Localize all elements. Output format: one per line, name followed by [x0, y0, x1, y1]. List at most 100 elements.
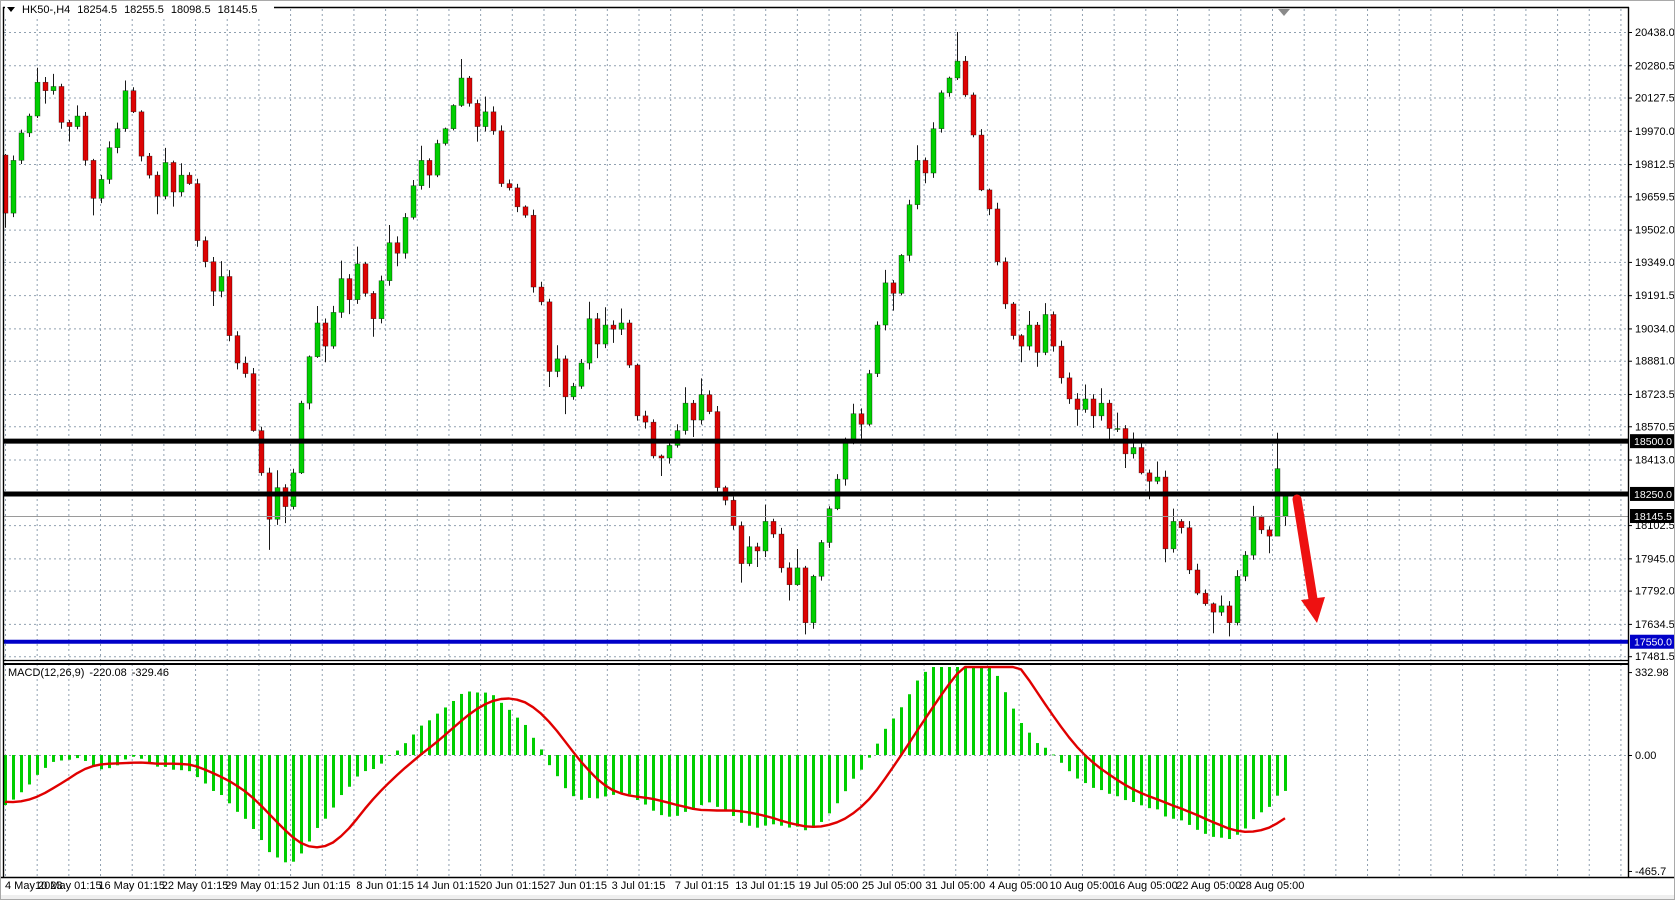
macd-histogram-bar — [1180, 755, 1183, 820]
macd-histogram-bar — [1028, 733, 1031, 755]
macd-histogram-bar — [548, 755, 551, 765]
bull-candle — [867, 374, 872, 425]
macd-histogram-bar — [1268, 755, 1271, 807]
bull-candle — [331, 312, 336, 346]
time-tick-label: 20 Jun 01:15 — [480, 880, 544, 892]
bull-candle — [1115, 428, 1120, 429]
macd-histogram-bar — [300, 755, 303, 853]
macd-histogram-bar — [844, 755, 847, 791]
bear-candle — [531, 215, 536, 287]
bear-candle — [43, 82, 48, 90]
macd-histogram-bar — [1252, 755, 1255, 819]
bear-candle — [467, 78, 472, 103]
bear-candle — [139, 112, 144, 156]
symbol-dropdown-icon[interactable] — [7, 7, 15, 12]
bull-candle — [315, 323, 320, 357]
time-axis: 4 May 202310 May 01:1516 May 01:1522 May… — [5, 880, 1304, 892]
macd-histogram-bar — [676, 755, 679, 816]
bear-candle — [979, 135, 984, 190]
bear-candle — [83, 116, 88, 160]
bear-candle — [1035, 325, 1040, 352]
macd-histogram-bar — [84, 755, 87, 761]
time-tick-label: 16 Aug 05:00 — [1113, 880, 1178, 892]
chart-shift-marker-icon — [1278, 9, 1290, 16]
bull-candle — [379, 281, 384, 319]
bull-candle — [667, 445, 672, 458]
bear-candle — [67, 122, 72, 126]
macd-histogram-bar — [1076, 755, 1079, 779]
bull-candle — [1275, 469, 1280, 537]
bull-candle — [1131, 447, 1136, 453]
bear-candle — [1227, 606, 1232, 623]
time-tick-label: 25 Jul 05:00 — [862, 880, 922, 892]
bear-candle — [259, 431, 264, 473]
bull-candle — [955, 61, 960, 78]
macd-histogram-bar — [964, 667, 967, 755]
price-badge-label: 18145.5 — [1634, 511, 1672, 523]
bear-candle — [859, 414, 864, 425]
bear-candle — [1203, 593, 1208, 604]
macd-axis-label: -465.7 — [1635, 866, 1666, 878]
macd-histogram-bar — [948, 667, 951, 755]
macd-indicator-label: MACD(12,26,9) -220.08 -329.46 — [8, 667, 174, 679]
macd-histogram-bar — [60, 755, 63, 760]
bull-candle — [747, 547, 752, 564]
macd-histogram-bar — [164, 755, 167, 767]
macd-histogram-bar — [620, 755, 623, 793]
bull-candle — [619, 323, 624, 329]
bear-candle — [203, 241, 208, 262]
time-tick-label: 22 Aug 05:00 — [1176, 880, 1241, 892]
macd-histogram-bar — [988, 667, 991, 755]
bear-candle — [643, 416, 648, 422]
bull-candle — [299, 403, 304, 473]
bear-candle — [595, 319, 600, 344]
bull-candle — [1243, 555, 1248, 576]
candlestick-chart-surface[interactable]: 20438.020280.520127.519970.019812.519659… — [1, 1, 1675, 900]
bear-candle — [1091, 399, 1096, 416]
bear-candle — [731, 500, 736, 525]
price-tick-label: 20280.5 — [1635, 60, 1675, 72]
macd-histogram-bar — [140, 755, 143, 759]
macd-histogram-bar — [828, 755, 831, 813]
macd-histogram-bar — [348, 755, 351, 787]
time-tick-label: 7 Jul 01:15 — [675, 880, 729, 892]
bear-candle — [523, 207, 528, 215]
macd-histogram-bar — [508, 710, 511, 755]
bull-candle — [851, 414, 856, 441]
macd-histogram-bar — [1188, 755, 1191, 825]
bull-candle — [163, 162, 168, 196]
macd-histogram-bar — [308, 755, 311, 841]
macd-histogram-bar — [556, 755, 559, 776]
bull-candle — [459, 78, 464, 105]
macd-histogram-bar — [804, 755, 807, 830]
bull-candle — [307, 357, 312, 403]
macd-histogram-bar — [76, 755, 79, 758]
bull-candle — [99, 179, 104, 198]
bear-candle — [515, 188, 520, 207]
macd-histogram-bar — [20, 755, 23, 792]
macd-histogram-bar — [972, 667, 975, 755]
macd-histogram-bar — [260, 755, 263, 840]
macd-histogram-bar — [924, 672, 927, 755]
macd-histogram-bar — [812, 755, 815, 828]
price-badge-label: 17550.0 — [1634, 637, 1672, 649]
macd-histogram-bar — [772, 755, 775, 824]
macd-histogram-bar — [708, 755, 711, 802]
bull-candle — [179, 175, 184, 192]
bull-candle — [579, 363, 584, 386]
macd-histogram-bar — [780, 755, 783, 826]
bull-candle — [1027, 325, 1032, 346]
low-value: 18098.5 — [171, 4, 211, 16]
down-arrow-annotation — [1297, 499, 1325, 623]
bear-candle — [755, 547, 760, 551]
bull-candle — [451, 105, 456, 128]
time-tick-label: 13 Jul 01:15 — [735, 880, 795, 892]
time-tick-label: 2 Jun 01:15 — [293, 880, 351, 892]
price-tick-label: 19034.0 — [1635, 323, 1675, 335]
bear-candle — [395, 243, 400, 254]
bull-candle — [355, 264, 360, 300]
macd-histogram-bar — [1148, 755, 1151, 808]
macd-histogram-bar — [388, 755, 391, 756]
macd-histogram-bar — [420, 726, 423, 755]
macd-histogram-bar — [476, 692, 479, 755]
